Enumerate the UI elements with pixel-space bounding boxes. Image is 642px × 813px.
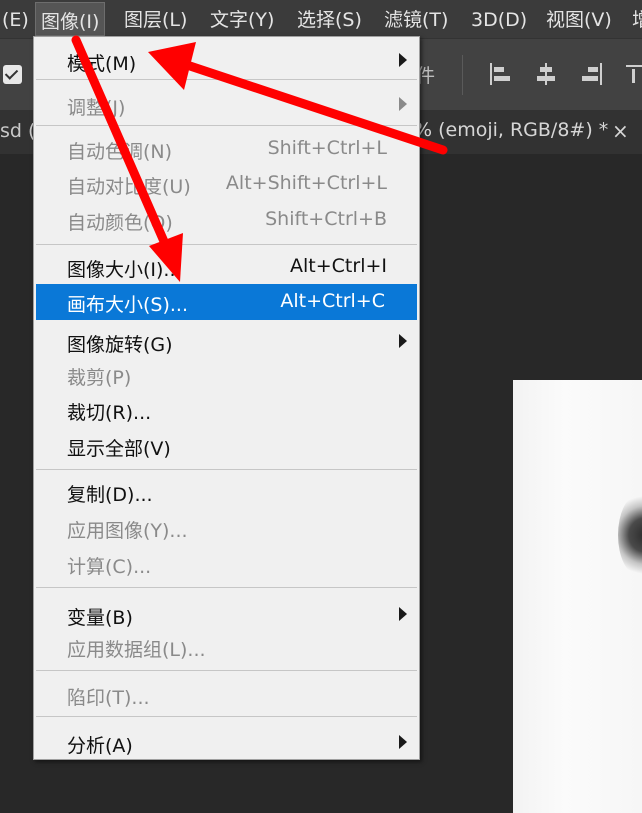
menu-item-trim[interactable]: 裁切(R)... (34, 392, 419, 428)
menu-plugins[interactable]: 增 (632, 0, 642, 38)
menu-layer[interactable]: 图层(L) (124, 0, 187, 38)
submenu-arrow-icon (399, 334, 407, 348)
menu-separator (36, 670, 417, 671)
menu-item-crop[interactable]: 裁剪(P) (34, 357, 419, 393)
submenu-arrow-icon (399, 97, 407, 111)
menu-separator (36, 244, 417, 245)
menu-item-auto-tone[interactable]: 自动色调(N) Shift+Ctrl+L (34, 131, 419, 167)
menu-item-reveal-all[interactable]: 显示全部(V) (34, 428, 419, 464)
menu-item-label: 显示全部(V) (67, 438, 171, 460)
align-top-icon[interactable] (626, 63, 642, 85)
tab-current-document[interactable]: % (emoji, RGB/8#) * (414, 119, 608, 141)
menu-item-mode[interactable]: 模式(M) (34, 43, 419, 79)
menu-item-auto-contrast[interactable]: 自动对比度(U) Alt+Shift+Ctrl+L (34, 166, 419, 202)
menu-item-label: 自动色调(N) (67, 141, 173, 163)
menu-item-label: 自动颜色(O) (67, 212, 173, 234)
menu-item-label: 画布大小(S)... (67, 294, 189, 316)
submenu-arrow-icon (399, 53, 407, 67)
tab-close-button[interactable]: × (612, 119, 629, 143)
menu-item-duplicate[interactable]: 复制(D)... (34, 474, 419, 510)
menu-separator (36, 79, 417, 80)
menu-item-adjustments[interactable]: 调整(J) (34, 87, 419, 123)
auto-select-checkbox[interactable] (3, 65, 22, 84)
menu-item-shortcut: Alt+Ctrl+C (280, 290, 385, 312)
menubar: (E) 图像(I) 图层(L) 文字(Y) 选择(S) 滤镜(T) 3D(D) … (0, 0, 642, 38)
menu-item-calculations[interactable]: 计算(C)... (34, 546, 419, 582)
menu-item-label: 应用图像(Y)... (67, 520, 188, 542)
menu-item-auto-color[interactable]: 自动颜色(O) Shift+Ctrl+B (34, 202, 419, 238)
menu-item-shortcut: Shift+Ctrl+B (265, 208, 387, 230)
menu-separator (36, 125, 417, 126)
menu-select[interactable]: 选择(S) (297, 0, 362, 38)
menu-view[interactable]: 视图(V) (546, 0, 612, 38)
menu-separator (36, 716, 417, 717)
menu-item-label: 应用数据组(L)... (67, 639, 206, 661)
menu-filter[interactable]: 滤镜(T) (384, 0, 448, 38)
submenu-arrow-icon (399, 735, 407, 749)
options-divider (462, 55, 463, 95)
menu-item-label: 计算(C)... (67, 556, 152, 578)
menu-edit[interactable]: (E) (2, 0, 29, 38)
menu-image[interactable]: 图像(I) (35, 2, 106, 36)
align-right-icon[interactable] (580, 63, 602, 85)
menu-item-image-size[interactable]: 图像大小(I)... Alt+Ctrl+I (34, 249, 419, 285)
menu-item-canvas-size[interactable]: 画布大小(S)... Alt+Ctrl+C (36, 284, 417, 320)
menu-item-apply-data-set[interactable]: 应用数据组(L)... (34, 629, 419, 665)
menu-separator (36, 469, 417, 470)
menu-item-variables[interactable]: 变量(B) (34, 597, 419, 633)
menu-item-label: 分析(A) (67, 735, 133, 757)
menu-item-label: 模式(M) (67, 53, 137, 75)
menu-item-label: 裁切(R)... (67, 402, 152, 424)
image-menu-dropdown: 模式(M) 调整(J) 自动色调(N) Shift+Ctrl+L 自动对比度(U… (33, 36, 420, 760)
menu-item-label: 复制(D)... (67, 484, 153, 506)
menu-item-label: 调整(J) (67, 97, 126, 119)
menu-item-shortcut: Alt+Ctrl+I (290, 255, 387, 277)
menu-item-label: 自动对比度(U) (67, 176, 191, 198)
menu-item-label: 变量(B) (67, 607, 133, 629)
menu-item-shortcut: Shift+Ctrl+L (267, 137, 387, 159)
align-left-icon[interactable] (490, 63, 512, 85)
menu-separator (36, 587, 417, 588)
menu-item-apply-image[interactable]: 应用图像(Y)... (34, 510, 419, 546)
menu-3d[interactable]: 3D(D) (471, 0, 527, 38)
tab-previous-document[interactable]: sd ( (0, 120, 35, 142)
menu-item-label: 图像大小(I)... (67, 259, 182, 281)
align-center-icon[interactable] (535, 63, 557, 85)
menu-item-image-rotation[interactable]: 图像旋转(G) (34, 324, 419, 360)
menu-item-label: 图像旋转(G) (67, 334, 173, 356)
menu-item-analysis[interactable]: 分析(A) (34, 725, 419, 761)
menu-item-trap[interactable]: 陷印(T)... (34, 677, 419, 713)
canvas-image[interactable] (513, 380, 642, 813)
menu-item-label: 裁剪(P) (67, 367, 132, 389)
menu-type[interactable]: 文字(Y) (210, 0, 274, 38)
submenu-arrow-icon (399, 607, 407, 621)
menu-item-label: 陷印(T)... (67, 687, 150, 709)
menu-item-shortcut: Alt+Shift+Ctrl+L (225, 172, 387, 194)
